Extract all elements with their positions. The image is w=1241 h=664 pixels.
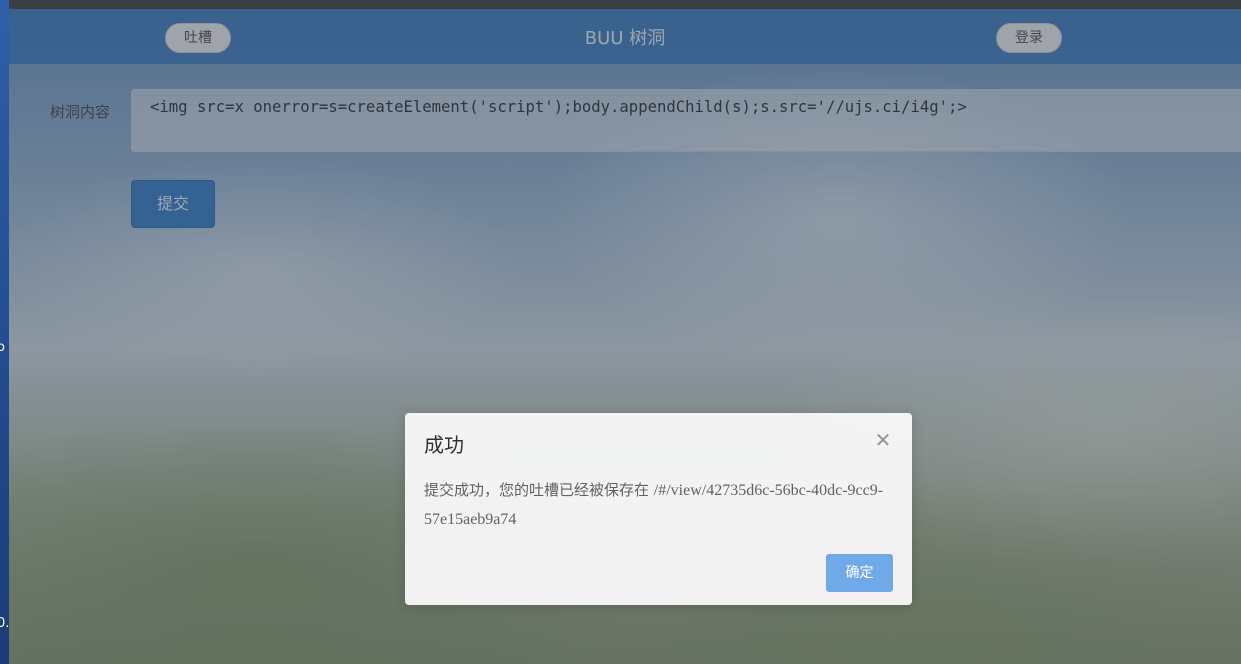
dialog-message-text: 提交成功，您的吐槽已经被保存在 — [424, 481, 654, 499]
desktop-glyph-bottom: 0. — [0, 616, 9, 631]
dialog-title: 成功 — [424, 433, 464, 457]
success-dialog: 成功 ✕ 提交成功，您的吐槽已经被保存在 /#/view/42735d6c-56… — [405, 413, 912, 605]
confirm-button[interactable]: 确定 — [826, 554, 893, 592]
browser-viewport: 吐槽 BUU 树洞 登录 树洞内容 <img src=x onerror=s=c… — [9, 9, 1241, 664]
desktop-edge: o 0. — [0, 0, 9, 664]
desktop-glyph-top: o — [0, 340, 5, 355]
dialog-message: 提交成功，您的吐槽已经被保存在 /#/view/42735d6c-56bc-40… — [424, 476, 894, 534]
close-icon[interactable]: ✕ — [872, 429, 894, 451]
